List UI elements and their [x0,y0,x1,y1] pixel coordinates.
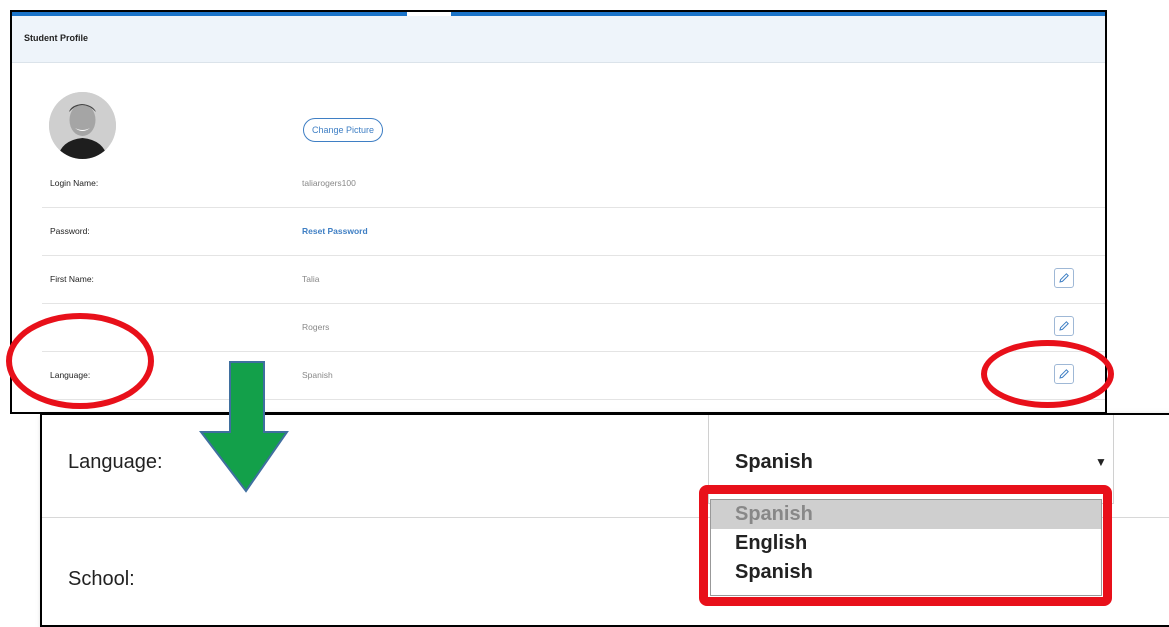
password-label: Password: [50,226,90,236]
login-name-value: taliarogers100 [302,178,356,188]
language-select-value: Spanish [735,451,813,473]
edit-last-name-button[interactable] [1054,316,1074,336]
last-name-row: Rogers [42,304,1105,352]
zoom-school-label: School: [68,568,135,590]
password-row: Password: Reset Password [42,208,1105,256]
edit-first-name-button[interactable] [1054,268,1074,288]
highlight-ellipse-language-label [6,313,154,409]
highlight-box-dropdown [699,485,1112,606]
pencil-icon [1059,273,1069,283]
student-profile-panel: Student Profile Change Picture Login Nam… [10,10,1107,414]
first-name-row: First Name: Talia [42,256,1105,304]
language-value: Spanish [302,370,333,380]
zoom-language-label: Language: [68,451,163,473]
profile-header: Student Profile [12,16,1105,63]
login-name-row: Login Name: taliarogers100 [42,160,1105,208]
person-photo-icon [49,92,116,159]
page-title: Student Profile [24,33,89,43]
login-name-label: Login Name: [50,178,99,188]
highlight-ellipse-edit-button [981,340,1114,408]
pencil-icon [1059,321,1069,331]
avatar [49,92,116,159]
first-name-label: First Name: [50,274,94,284]
down-arrow-icon [199,361,289,493]
reset-password-link[interactable]: Reset Password [302,226,368,236]
change-picture-button[interactable]: Change Picture [303,118,383,142]
last-name-value: Rogers [302,322,330,332]
first-name-value: Talia [302,274,320,284]
chevron-down-icon: ▼ [1095,455,1107,469]
